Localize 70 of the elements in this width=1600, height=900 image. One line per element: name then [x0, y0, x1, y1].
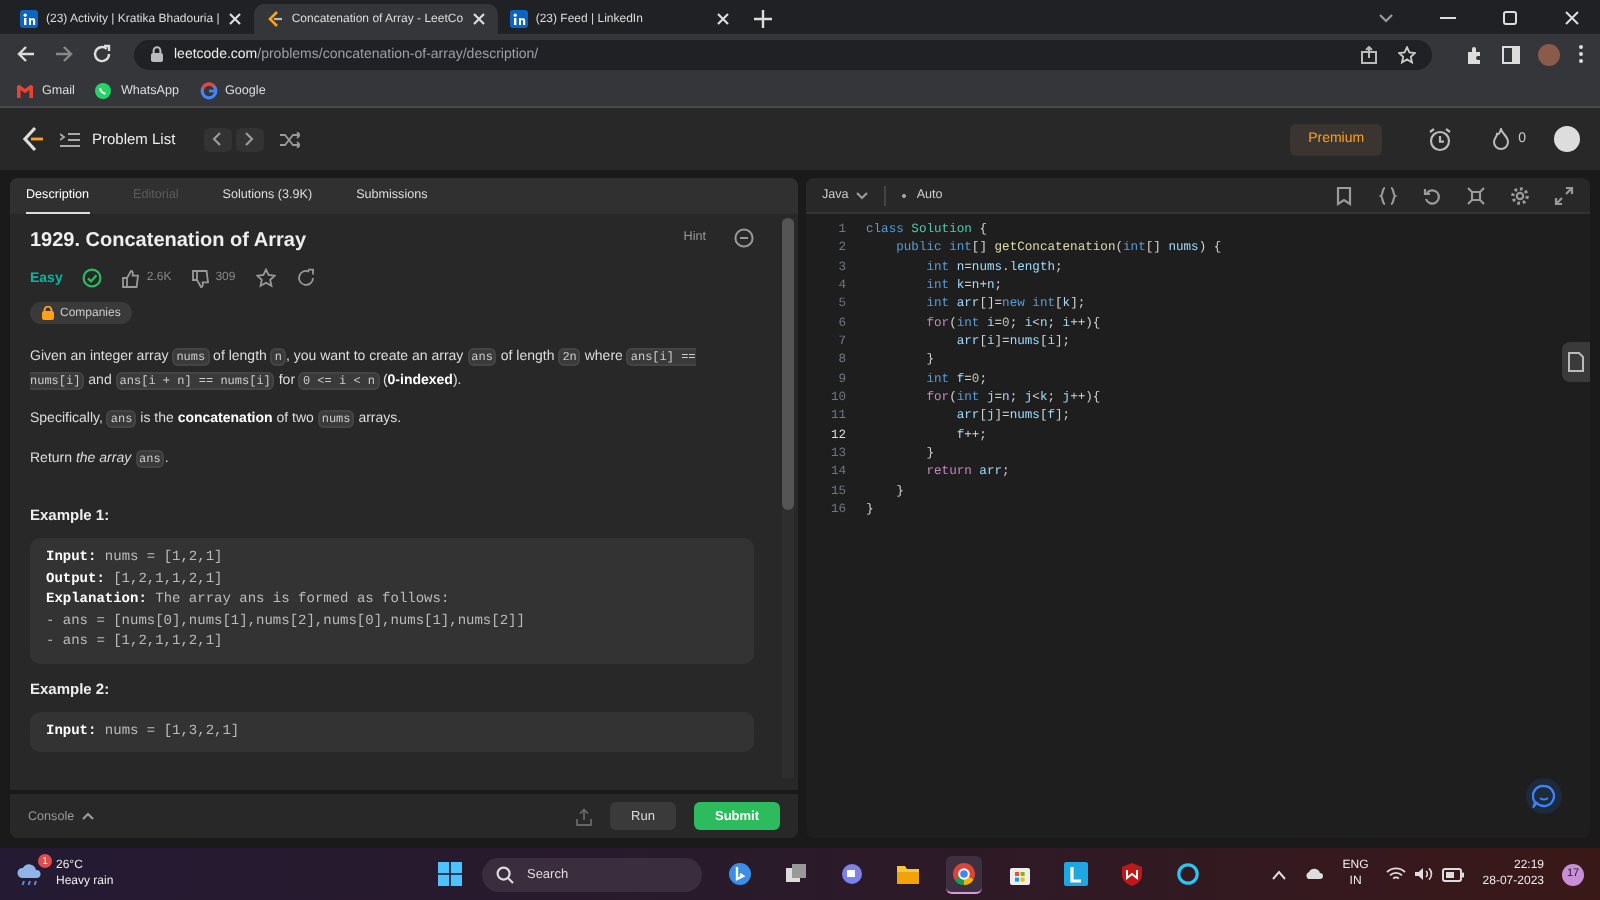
letter-l-app-icon — [1064, 861, 1089, 885]
chat-b-logo-icon — [728, 861, 753, 885]
video-chat-icon — [840, 861, 865, 885]
leetcode-logo-icon[interactable] — [20, 126, 44, 152]
list-icon — [60, 131, 80, 147]
previous-button[interactable] — [203, 127, 232, 151]
star-icon[interactable] — [255, 268, 276, 288]
scrollbar[interactable] — [782, 218, 794, 778]
close-icon[interactable] — [1564, 10, 1580, 26]
close-icon[interactable] — [471, 12, 486, 26]
chat-smile-icon — [1532, 784, 1556, 808]
lock-icon — [150, 46, 164, 62]
speaker-icon[interactable] — [1414, 866, 1435, 882]
side-tab[interactable] — [1562, 342, 1590, 382]
maximize-icon[interactable] — [1502, 10, 1518, 26]
chevron-right-icon — [244, 132, 255, 146]
puzzle-icon[interactable] — [1466, 45, 1484, 63]
flame-icon[interactable] — [1492, 128, 1511, 150]
windows-logo-icon[interactable] — [438, 862, 463, 886]
chevron-up-icon — [82, 812, 95, 820]
next-button[interactable] — [235, 127, 264, 151]
task-view-icon — [784, 861, 809, 885]
google-logo-icon — [199, 81, 218, 99]
alarm-clock-icon[interactable] — [1428, 127, 1453, 151]
feedback-button[interactable] — [1526, 778, 1562, 814]
linkedin-icon — [509, 10, 528, 28]
share-icon[interactable] — [295, 268, 316, 288]
document-icon — [1568, 352, 1584, 372]
chevron-down-icon[interactable] — [1378, 10, 1394, 26]
leetcode-logo-icon — [265, 10, 284, 28]
chrome-logo-icon — [952, 861, 977, 885]
wifi-icon[interactable] — [1386, 866, 1407, 882]
close-icon[interactable] — [715, 12, 730, 26]
search-icon — [496, 865, 515, 883]
folder-icon — [896, 861, 921, 885]
cloud-icon[interactable] — [1304, 868, 1325, 880]
user-avatar[interactable] — [1554, 126, 1580, 152]
expand-icon[interactable] — [1554, 185, 1574, 205]
ring-icon — [1176, 861, 1201, 885]
reload-icon[interactable] — [92, 44, 112, 64]
star-icon[interactable] — [1398, 45, 1416, 63]
thumbs-down-icon — [191, 269, 210, 287]
shuffle-icon[interactable] — [279, 131, 300, 147]
kebab-menu-icon[interactable] — [1578, 44, 1584, 64]
back-arrow-icon[interactable] — [16, 44, 36, 64]
thumbs-up-icon — [122, 269, 141, 287]
more-options-icon[interactable] — [734, 227, 754, 247]
braces-icon[interactable] — [1378, 185, 1398, 205]
shield-icon — [1120, 861, 1145, 885]
whatsapp-logo-icon — [94, 81, 113, 99]
upload-icon[interactable] — [576, 807, 592, 825]
taskbar-app[interactable] — [946, 855, 983, 893]
plus-icon[interactable] — [753, 10, 772, 28]
lock-icon — [42, 306, 54, 320]
chevron-up-icon[interactable] — [1272, 869, 1287, 879]
gmail-logo-icon — [16, 81, 34, 99]
side-panel-icon[interactable] — [1502, 45, 1520, 63]
chevron-left-icon — [212, 132, 223, 146]
problem-title: 1929. Concatenation of Array — [30, 230, 309, 252]
bookmark-icon[interactable] — [1334, 185, 1354, 205]
undo-icon[interactable] — [1422, 185, 1442, 205]
forward-arrow-icon[interactable] — [54, 44, 74, 64]
chevron-down-icon — [856, 191, 869, 199]
linkedin-icon — [20, 10, 38, 28]
cloud-rain-icon — [16, 862, 44, 886]
battery-icon[interactable] — [1442, 867, 1465, 881]
share-icon[interactable] — [1360, 45, 1378, 63]
settings-icon[interactable] — [1510, 185, 1530, 205]
close-icon[interactable] — [227, 12, 242, 26]
shortcut-icon[interactable] — [1466, 185, 1486, 205]
